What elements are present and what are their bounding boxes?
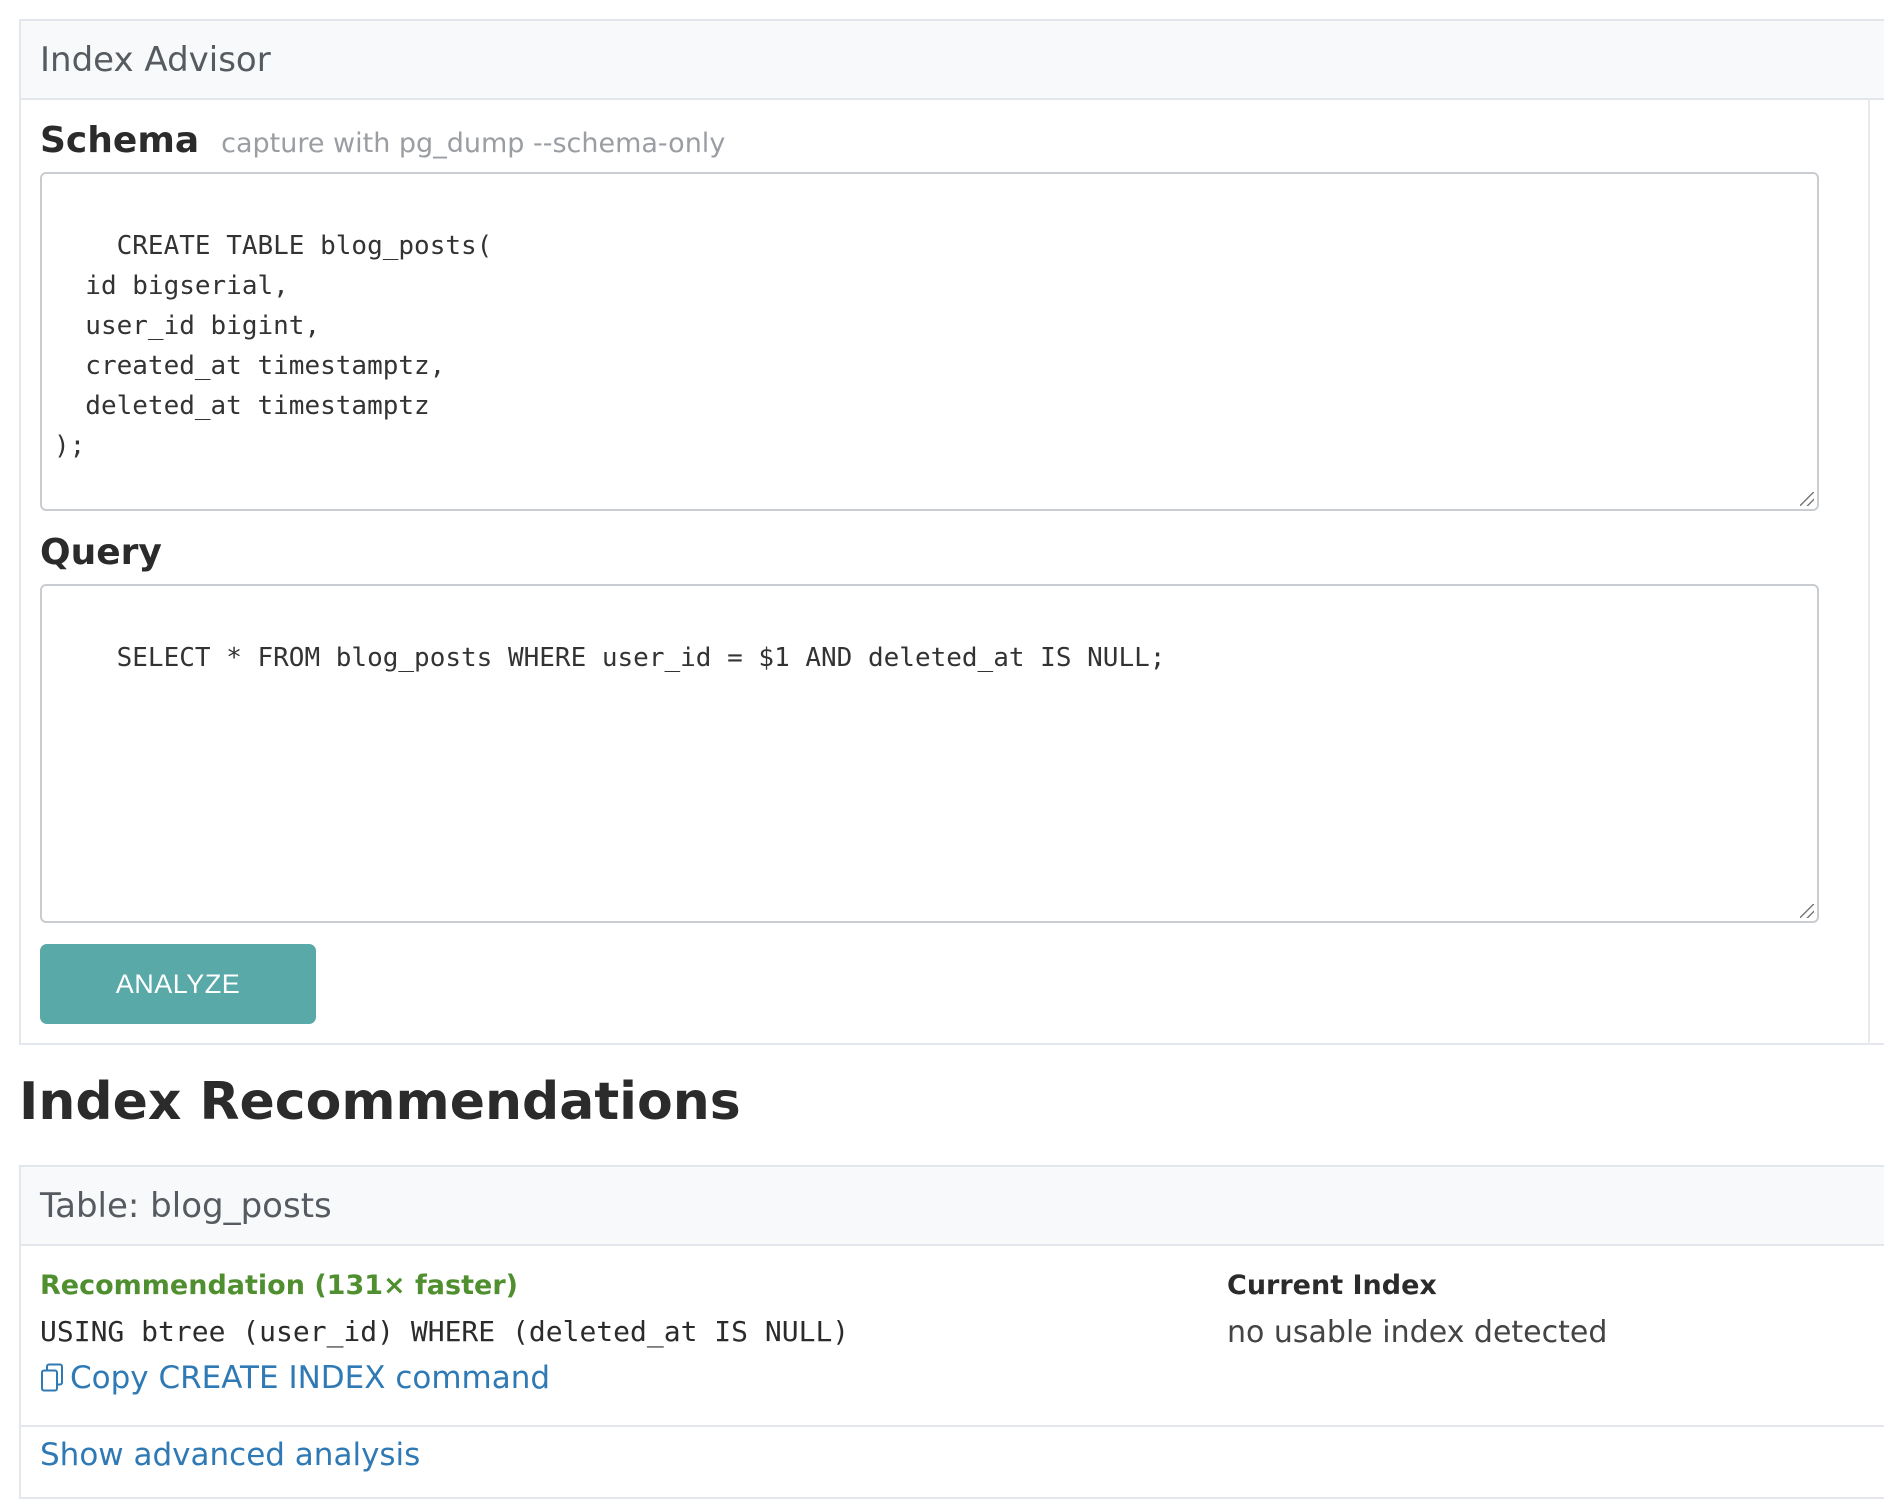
analyze-button[interactable]: ANALYZE xyxy=(40,944,316,1024)
query-label: Query xyxy=(40,532,162,573)
copy-link-label: Copy CREATE INDEX command xyxy=(70,1360,551,1396)
query-textarea[interactable]: SELECT * FROM blog_posts WHERE user_id =… xyxy=(40,584,1819,923)
schema-textarea[interactable]: CREATE TABLE blog_posts( id bigserial, u… xyxy=(40,172,1819,511)
show-advanced-analysis-link[interactable]: Show advanced analysis xyxy=(40,1437,420,1473)
panel-title: Index Advisor xyxy=(40,39,271,80)
schema-text: CREATE TABLE blog_posts( id bigserial, u… xyxy=(54,231,493,461)
recommendation-column: Recommendation (131× faster) USING btree… xyxy=(40,1270,849,1396)
copy-create-index-link[interactable]: Copy CREATE INDEX command xyxy=(40,1360,849,1396)
resize-handle-icon[interactable] xyxy=(1800,904,1814,918)
panel-heading: Index Advisor xyxy=(21,21,1884,100)
table-heading: Table: blog_posts xyxy=(21,1167,1884,1246)
query-text: SELECT * FROM blog_posts WHERE user_id =… xyxy=(116,643,1166,673)
table-heading-text: Table: blog_posts xyxy=(40,1185,332,1226)
resize-handle-icon[interactable] xyxy=(1800,492,1814,506)
scrollbar-track[interactable] xyxy=(1868,100,1870,1045)
schema-hint: capture with pg_dump --schema-only xyxy=(221,128,726,159)
recommendations-title: Index Recommendations xyxy=(19,1072,741,1132)
divider xyxy=(21,1425,1884,1427)
current-index-label: Current Index xyxy=(1227,1270,1437,1301)
current-index-column: Current Index no usable index detected xyxy=(1227,1270,1607,1350)
query-label-row: Query xyxy=(40,532,162,573)
recommendation-panel: Table: blog_posts Recommendation (131× f… xyxy=(19,1165,1884,1499)
current-index-value: no usable index detected xyxy=(1227,1315,1608,1350)
recommendation-sql: USING btree (user_id) WHERE (deleted_at … xyxy=(40,1315,850,1348)
index-advisor-panel: Index Advisor Schema capture with pg_dum… xyxy=(19,19,1884,1045)
schema-label: Schema xyxy=(40,120,200,161)
schema-label-row: Schema capture with pg_dump --schema-onl… xyxy=(40,120,725,161)
recommendation-label: Recommendation (131× faster) xyxy=(40,1270,518,1301)
copy-icon xyxy=(40,1363,64,1393)
